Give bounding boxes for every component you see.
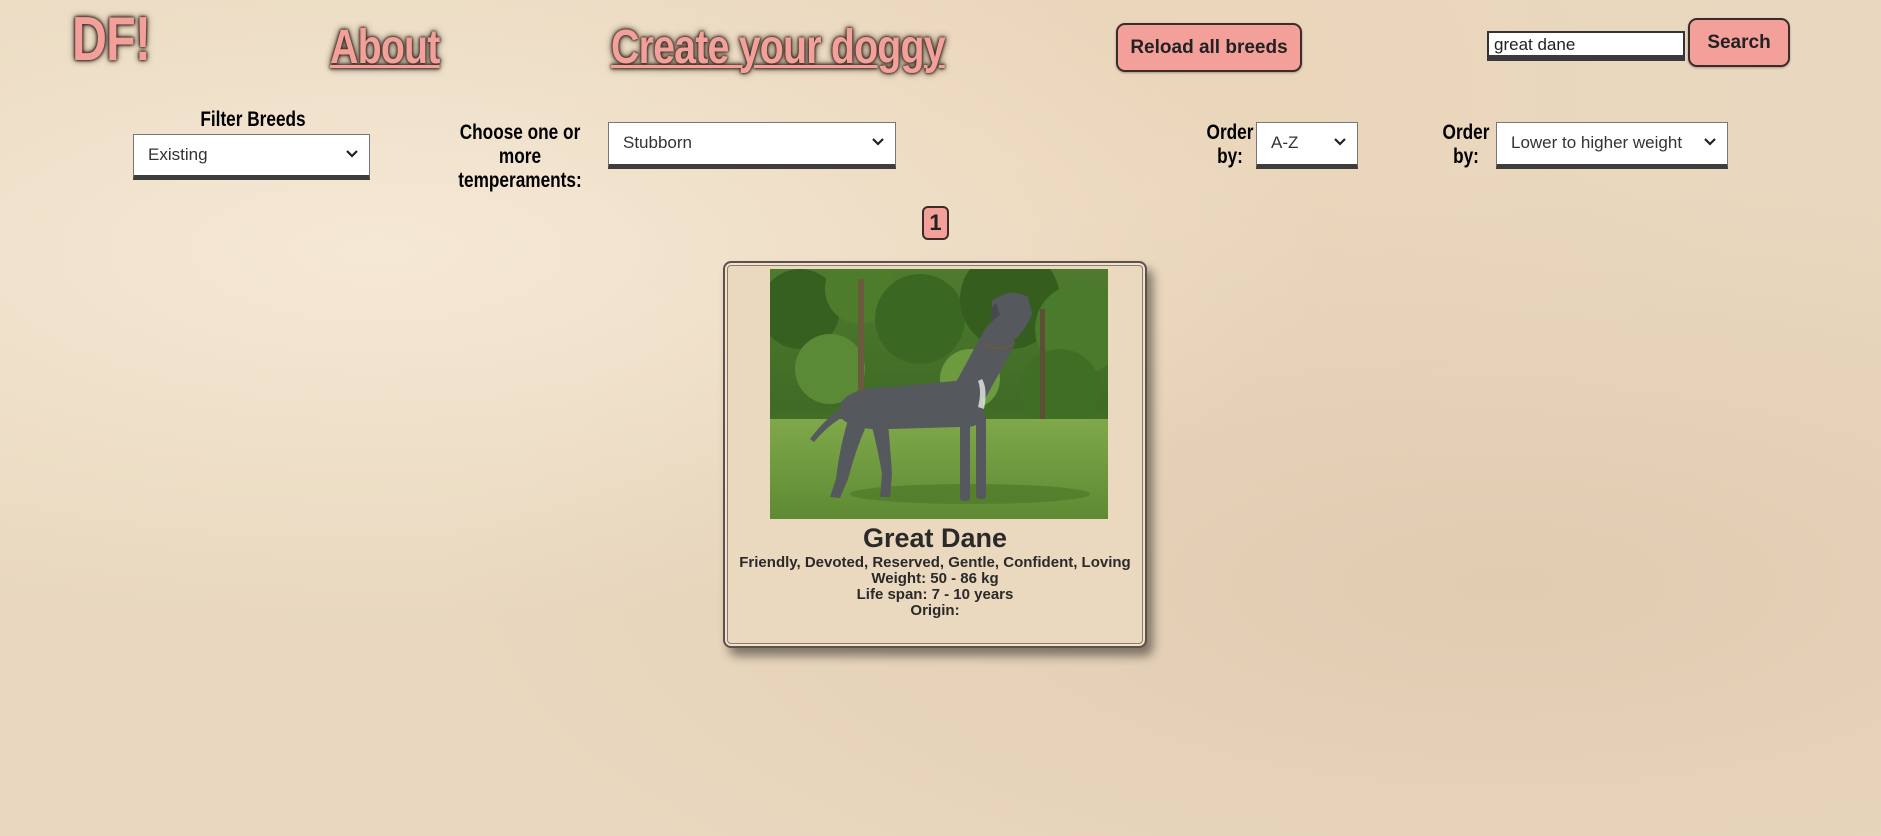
filter-select[interactable]: Existing [133,134,370,180]
temperament-label-line-1: Choose one or more [459,121,581,168]
temperament-label-line-2: temperaments: [458,169,582,192]
nav-about-link[interactable]: About [330,20,440,75]
temperament-select[interactable]: Stubborn [608,122,896,169]
logo[interactable]: DF! [72,4,151,75]
breed-card[interactable]: Great Dane Friendly, Devoted, Reserved, … [723,261,1147,648]
chevron-down-icon [1704,138,1716,146]
chevron-down-icon [872,138,884,146]
nav-create-link[interactable]: Create your doggy [611,20,946,75]
page-button-1[interactable]: 1 [922,206,949,240]
order-alpha-label: Order by: [1205,121,1254,169]
search-button[interactable]: Search [1688,18,1790,67]
order-alpha-label-line-2: by: [1217,145,1243,168]
reload-breeds-button[interactable]: Reload all breeds [1116,23,1302,72]
order-weight-select-value: Lower to higher weight [1511,133,1683,152]
breed-image [770,269,1108,519]
order-weight-select[interactable]: Lower to higher weight [1496,122,1728,169]
order-alpha-select[interactable]: A-Z [1256,122,1358,169]
order-weight-label: Order by: [1441,121,1490,169]
breed-weight: Weight: 50 - 86 kg [871,570,999,587]
temperament-select-value: Stubborn [623,133,692,152]
chevron-down-icon [1334,138,1346,146]
breed-origin: Origin: [910,602,960,619]
order-weight-label-line-1: Order [1442,121,1490,144]
order-weight-label-line-2: by: [1453,145,1479,168]
breed-name: Great Dane [862,523,1008,553]
order-alpha-label-line-1: Order [1206,121,1254,144]
breed-temperaments: Friendly, Devoted, Reserved, Gentle, Con… [739,554,1131,571]
chevron-down-icon [346,150,358,158]
order-alpha-select-value: A-Z [1271,133,1299,152]
breed-life-span: Life span: 7 - 10 years [856,586,1014,603]
filter-select-value: Existing [148,145,208,164]
search-input[interactable] [1487,31,1685,61]
temperament-label: Choose one or more temperaments: [446,121,594,193]
